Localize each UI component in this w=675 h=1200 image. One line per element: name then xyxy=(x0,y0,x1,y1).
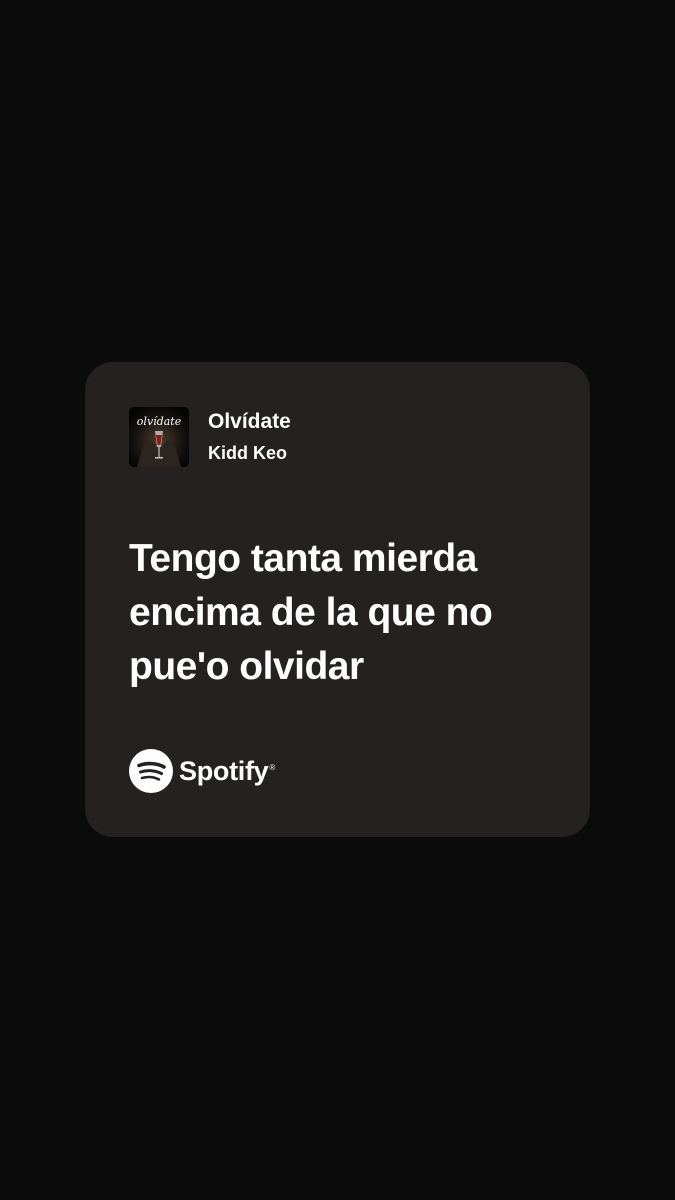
lyric-line: Tengo tanta mierda xyxy=(129,537,477,580)
album-cover-text: olvídate xyxy=(137,415,182,428)
spotify-logo-icon xyxy=(129,749,173,793)
lyrics-text: Tengo tanta mierda encima de la que no p… xyxy=(129,532,569,694)
lyric-line: encima de la que no xyxy=(129,591,493,634)
lyric-line: pue'o olvidar xyxy=(129,645,364,688)
track-artist: Kidd Keo xyxy=(208,443,287,463)
spotify-wordmark: Spotify xyxy=(179,755,269,786)
album-cover: olvídate xyxy=(129,407,189,467)
lyrics-share-card: olvídate Olvídate Kidd Keo Tengo tanta m… xyxy=(85,362,590,837)
spotify-brand: Spotify ® xyxy=(129,749,275,793)
registered-mark: ® xyxy=(269,763,276,772)
track-title: Olvídate xyxy=(208,410,291,433)
